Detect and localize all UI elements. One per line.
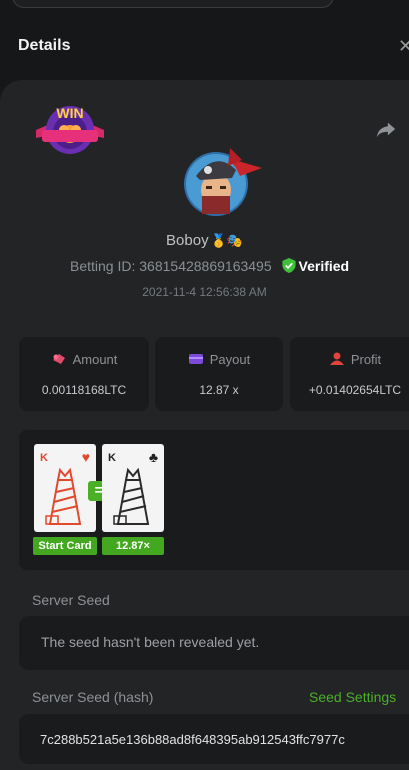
win-badge: WIN [34, 100, 106, 160]
verified-shield-icon [281, 258, 296, 276]
betting-id-line: Betting ID: 36815428869163495 Verified [70, 258, 349, 276]
server-seed-hash-field[interactable]: 7c288b521a5e136b88ad8f648395ab912543ffc7… [19, 714, 409, 764]
betting-id-value: 36815428869163495 [139, 258, 272, 274]
result-card: K ♣ [102, 444, 164, 532]
username: Boboy 🥇🎭 [0, 232, 409, 249]
start-card: K ♥ [34, 444, 96, 532]
server-seed-label: Server Seed [32, 592, 110, 608]
profit-label: Profit [350, 352, 382, 367]
heart-suit-icon: ♥ [81, 449, 90, 465]
payout-value: 12.87 x [199, 383, 239, 397]
close-icon[interactable]: ✕ [398, 36, 409, 57]
payout-icon [188, 354, 203, 364]
amount-value: 0.00118168LTC [41, 383, 127, 397]
medal-icons: 🥇🎭 [210, 233, 243, 248]
share-icon[interactable] [375, 118, 397, 140]
page-title: Details [18, 37, 71, 54]
amount-icon [52, 354, 65, 364]
amount-stat: Amount 0.00118168LTC [19, 337, 149, 411]
result-card-rank: K [108, 452, 116, 464]
top-bar [12, 0, 334, 8]
start-card-tag: Start Card [33, 537, 97, 555]
seed-settings-link[interactable]: Seed Settings [309, 689, 396, 705]
server-seed-field[interactable]: The seed hasn't been revealed yet. [19, 616, 409, 670]
profit-value: +0.01402654LTC [308, 383, 402, 397]
avatar[interactable] [182, 144, 264, 216]
server-seed-value: The seed hasn't been revealed yet. [41, 634, 260, 650]
payout-multiplier-tag: 12.87× [102, 537, 164, 555]
profit-stat: Profit +0.01402654LTC [290, 337, 409, 411]
verified-label: Verified [298, 258, 350, 274]
king-figure-icon [45, 467, 82, 525]
amount-label: Amount [72, 352, 118, 367]
club-suit-icon: ♣ [148, 449, 158, 465]
username-text: Boboy [166, 232, 209, 249]
server-seed-hash-value: 7c288b521a5e136b88ad8f648395ab912543ffc7… [40, 732, 345, 747]
win-label: WIN [56, 105, 83, 121]
king-figure-icon [113, 467, 150, 525]
profit-icon [329, 352, 344, 365]
payout-stat: Payout 12.87 x [155, 337, 283, 411]
payout-label: Payout [209, 352, 251, 367]
betting-id-label: Betting ID: [70, 258, 136, 274]
start-card-rank: K [40, 452, 48, 464]
server-seed-hash-label: Server Seed (hash) [32, 689, 154, 705]
timestamp: 2021-11-4 12:56:38 AM [142, 285, 267, 299]
